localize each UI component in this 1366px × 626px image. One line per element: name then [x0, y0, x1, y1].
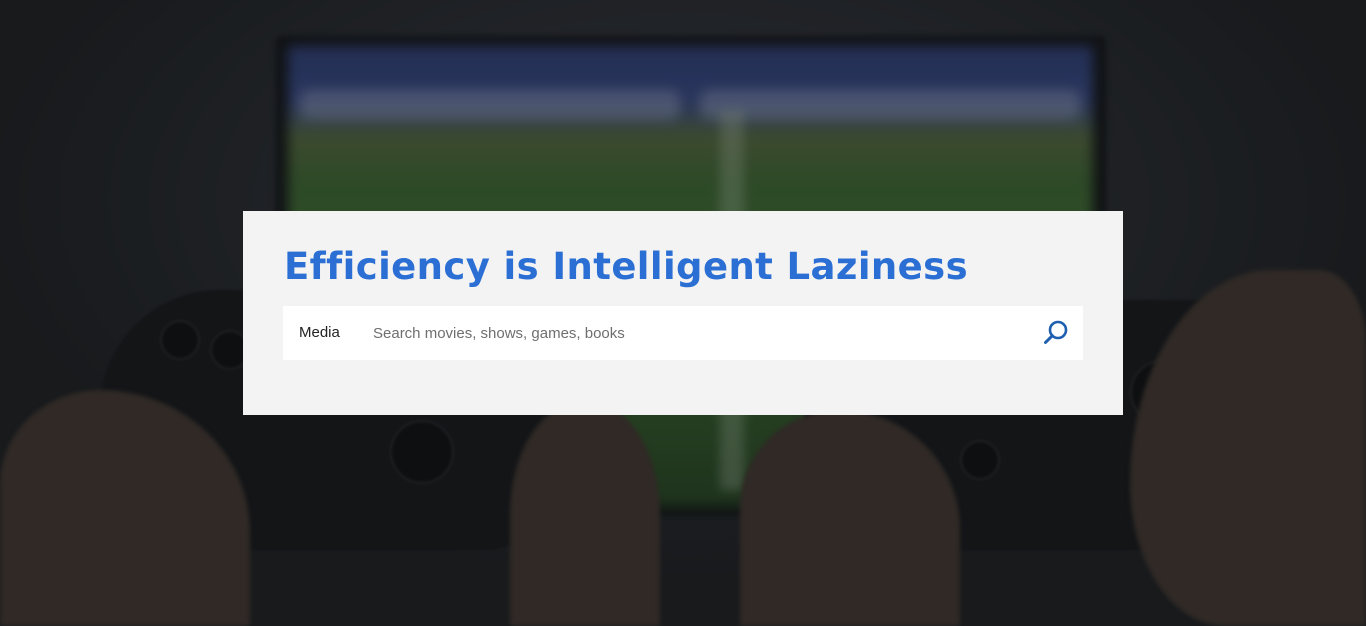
search-button[interactable] [1029, 306, 1083, 360]
search-category-label[interactable]: Media [283, 324, 373, 341]
hero-section: Efficiency is Intelligent Laziness Media [0, 0, 1366, 626]
search-card: Efficiency is Intelligent Laziness Media [243, 211, 1123, 415]
search-bar: Media [283, 306, 1083, 360]
hero-title: Efficiency is Intelligent Laziness [284, 245, 968, 288]
search-icon [1044, 320, 1068, 344]
search-input[interactable] [373, 306, 1029, 360]
